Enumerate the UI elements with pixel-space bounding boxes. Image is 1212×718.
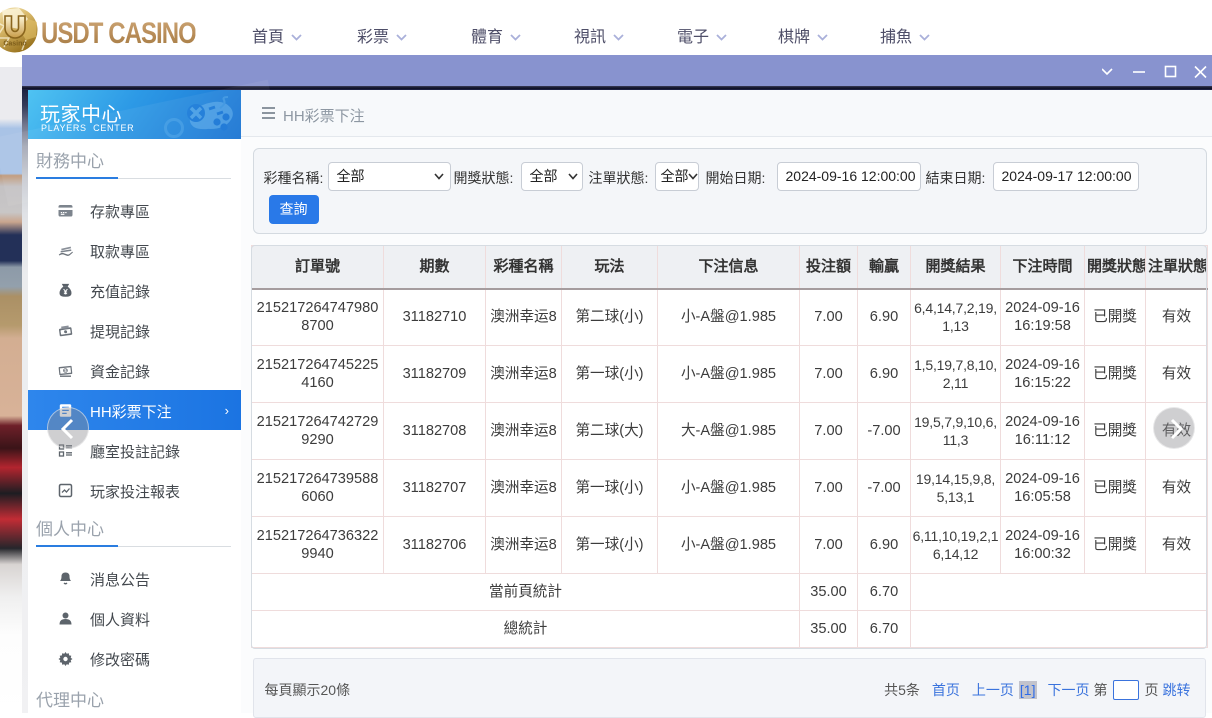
svg-text:Casino: Casino — [3, 41, 26, 48]
